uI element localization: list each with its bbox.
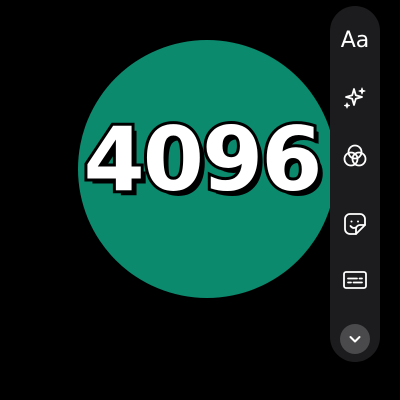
sparkle-icon [344, 87, 366, 109]
captions-icon [343, 271, 367, 289]
stickers-button[interactable] [330, 202, 380, 246]
text-tool-button[interactable]: Aa [330, 18, 380, 62]
captions-button[interactable] [330, 258, 380, 302]
editing-toolbar: Aa [330, 6, 380, 362]
main-number-text[interactable]: 4096 [52, 105, 352, 215]
filters-button[interactable] [330, 134, 380, 178]
text-icon: Aa [340, 27, 370, 53]
sticker-icon [344, 213, 366, 235]
effects-button[interactable] [330, 76, 380, 120]
collapse-toolbar-button[interactable] [340, 324, 370, 354]
chevron-down-icon [349, 336, 361, 343]
color-circles-icon [343, 144, 367, 167]
editor-canvas: 4096 Aa [0, 0, 400, 400]
